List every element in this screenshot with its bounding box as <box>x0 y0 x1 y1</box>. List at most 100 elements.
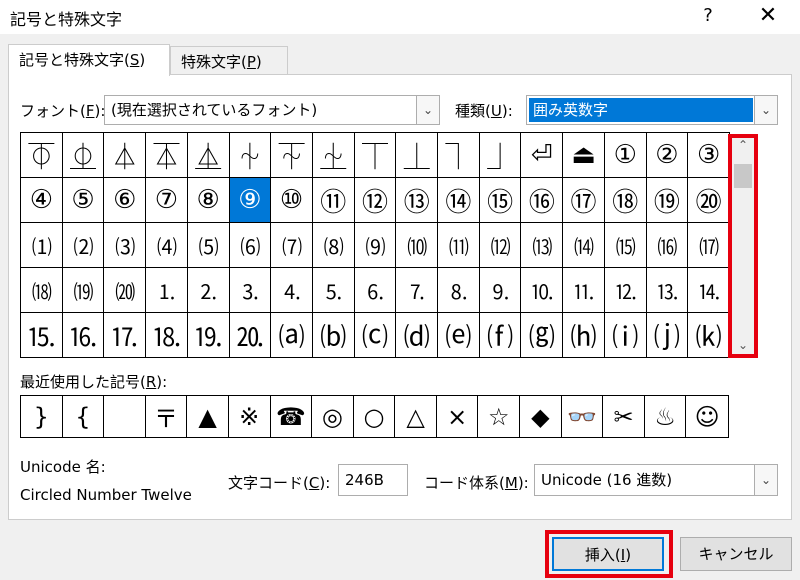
symbol-cell[interactable]: ⒏ <box>438 268 480 313</box>
symbol-cell[interactable]: ⒆ <box>62 268 105 313</box>
char-code-input[interactable]: 246B <box>338 464 408 496</box>
recent-symbol-cell[interactable]: ♨ <box>645 396 687 437</box>
symbol-cell[interactable]: ⒐ <box>479 268 522 313</box>
symbol-cell[interactable]: ⒊ <box>229 268 272 313</box>
symbol-cell[interactable]: ⑰ <box>563 178 605 223</box>
recent-symbol-cell[interactable]: ◎ <box>312 396 354 437</box>
symbol-cell[interactable]: ⒑ <box>521 268 564 313</box>
symbol-cell[interactable]: ⑾ <box>438 223 480 268</box>
recent-symbol-cell[interactable]: ▲ <box>187 396 229 437</box>
symbol-cell[interactable]: ⒖ <box>21 313 63 358</box>
symbol-cell[interactable]: ⒦ <box>688 313 730 358</box>
symbol-cell[interactable]: ⑩ <box>271 178 313 223</box>
symbol-cell[interactable]: ⒂ <box>604 223 647 268</box>
recent-symbol-cell[interactable]: ☆ <box>478 396 521 437</box>
tab-special-characters[interactable]: 特殊文字(P) <box>170 46 288 74</box>
symbol-cell[interactable]: ⒟ <box>396 313 439 358</box>
symbol-cell[interactable]: ⑴ <box>21 223 63 268</box>
recent-symbol-cell[interactable]: × <box>437 396 479 437</box>
recent-symbol-cell[interactable]: 👓 <box>562 396 604 437</box>
symbol-cell[interactable]: ⒉ <box>187 268 230 313</box>
recent-symbol-cell[interactable]: ✂ <box>603 396 645 437</box>
symbol-cell[interactable]: ⒕ <box>688 268 730 313</box>
symbol-cell[interactable]: ⏉ <box>354 133 397 178</box>
symbol-cell[interactable]: ⒝ <box>312 313 355 358</box>
symbol-cell[interactable]: ⑧ <box>187 178 230 223</box>
symbol-cell[interactable]: ⑻ <box>312 223 355 268</box>
symbol-cell[interactable]: ⑸ <box>187 223 230 268</box>
symbol-cell[interactable]: ⒓ <box>604 268 647 313</box>
recent-symbol-cell[interactable]: ☎ <box>271 396 313 437</box>
symbol-cell[interactable]: ⒒ <box>563 268 605 313</box>
symbol-cell[interactable]: ⏄ <box>146 133 188 178</box>
symbol-cell[interactable]: ⑳ <box>688 178 730 223</box>
recent-symbol-cell[interactable]: ○ <box>354 396 396 437</box>
symbol-cell[interactable]: ⏂ <box>62 133 105 178</box>
symbol-cell[interactable]: ④ <box>21 178 63 223</box>
symbol-cell[interactable]: ⒎ <box>396 268 439 313</box>
symbol-cell[interactable]: ⒘ <box>104 313 147 358</box>
symbol-cell[interactable]: ⏌ <box>479 133 522 178</box>
symbol-cell[interactable]: ⒢ <box>521 313 564 358</box>
symbol-cell[interactable]: ⑶ <box>104 223 147 268</box>
code-system-select[interactable]: Unicode (16 進数) ⌄ <box>534 464 778 496</box>
symbol-cell[interactable]: ⑱ <box>604 178 647 223</box>
recent-symbol-cell[interactable]: ◆ <box>520 396 562 437</box>
close-button[interactable]: ✕ <box>750 2 786 30</box>
help-button[interactable]: ? <box>694 2 722 30</box>
symbol-cell[interactable]: ⒗ <box>62 313 105 358</box>
symbol-cell[interactable]: ⒣ <box>563 313 605 358</box>
symbol-cell[interactable]: ⑪ <box>312 178 355 223</box>
symbol-cell[interactable]: ⒅ <box>21 268 63 313</box>
symbol-cell[interactable]: ⒙ <box>146 313 188 358</box>
symbol-cell[interactable]: ⏈ <box>312 133 355 178</box>
recent-symbol-cell[interactable] <box>104 396 146 437</box>
recent-symbol-cell[interactable]: 〒 <box>146 396 188 437</box>
symbol-cell[interactable]: ⏏ <box>563 133 605 178</box>
cancel-button[interactable]: キャンセル <box>680 537 792 571</box>
symbol-cell[interactable]: ⒞ <box>354 313 397 358</box>
symbol-cell[interactable]: ⏆ <box>229 133 272 178</box>
symbol-cell[interactable]: ⑵ <box>62 223 105 268</box>
symbol-cell[interactable]: ⑯ <box>521 178 564 223</box>
symbol-cell[interactable]: ⑭ <box>438 178 480 223</box>
symbol-cell[interactable]: ⒈ <box>146 268 188 313</box>
symbol-cell[interactable]: ⒛ <box>229 313 272 358</box>
symbol-cell[interactable]: ② <box>646 133 689 178</box>
symbol-cell[interactable]: ⑬ <box>396 178 439 223</box>
symbol-cell[interactable]: ③ <box>688 133 730 178</box>
symbol-cell[interactable]: ⑹ <box>229 223 272 268</box>
symbol-cell[interactable]: ⒜ <box>271 313 313 358</box>
symbol-cell[interactable]: ⒇ <box>104 268 147 313</box>
symbol-cell[interactable]: ⑷ <box>146 223 188 268</box>
symbol-cell[interactable]: ⏃ <box>104 133 147 178</box>
symbol-cell[interactable]: ① <box>604 133 647 178</box>
symbol-cell[interactable]: ⑨ <box>229 178 272 223</box>
symbol-cell[interactable]: ⏊ <box>396 133 439 178</box>
symbol-cell[interactable]: ⒔ <box>646 268 689 313</box>
subset-select[interactable]: 囲み英数字 ⌄ <box>526 95 778 125</box>
symbol-cell[interactable]: ⑥ <box>104 178 147 223</box>
symbol-cell[interactable]: ⑿ <box>479 223 522 268</box>
symbol-cell[interactable]: ⑫ <box>354 178 397 223</box>
symbol-cell[interactable]: ⒋ <box>271 268 313 313</box>
symbol-cell[interactable]: ⑲ <box>646 178 689 223</box>
symbol-cell[interactable]: ⑺ <box>271 223 313 268</box>
symbol-cell[interactable]: ⒠ <box>438 313 480 358</box>
symbol-cell[interactable]: ⏅ <box>187 133 230 178</box>
symbol-cell[interactable]: ⒁ <box>563 223 605 268</box>
symbol-cell[interactable]: ⏇ <box>271 133 313 178</box>
symbol-cell[interactable]: ⒥ <box>646 313 689 358</box>
recent-symbol-cell[interactable]: ※ <box>229 396 271 437</box>
symbol-cell[interactable]: ⒡ <box>479 313 522 358</box>
tab-symbols[interactable]: 記号と特殊文字(S) <box>8 44 170 76</box>
symbol-cell[interactable]: ⒍ <box>354 268 397 313</box>
symbol-cell[interactable]: ⒌ <box>312 268 355 313</box>
symbol-cell[interactable]: ⑦ <box>146 178 188 223</box>
recent-symbol-cell[interactable]: } <box>21 396 63 437</box>
symbol-cell[interactable]: ⏋ <box>438 133 480 178</box>
symbol-cell[interactable]: ⒤ <box>604 313 647 358</box>
recent-symbol-cell[interactable]: △ <box>395 396 437 437</box>
symbol-cell[interactable]: ⒃ <box>646 223 689 268</box>
symbol-cell[interactable]: ⏎ <box>521 133 564 178</box>
